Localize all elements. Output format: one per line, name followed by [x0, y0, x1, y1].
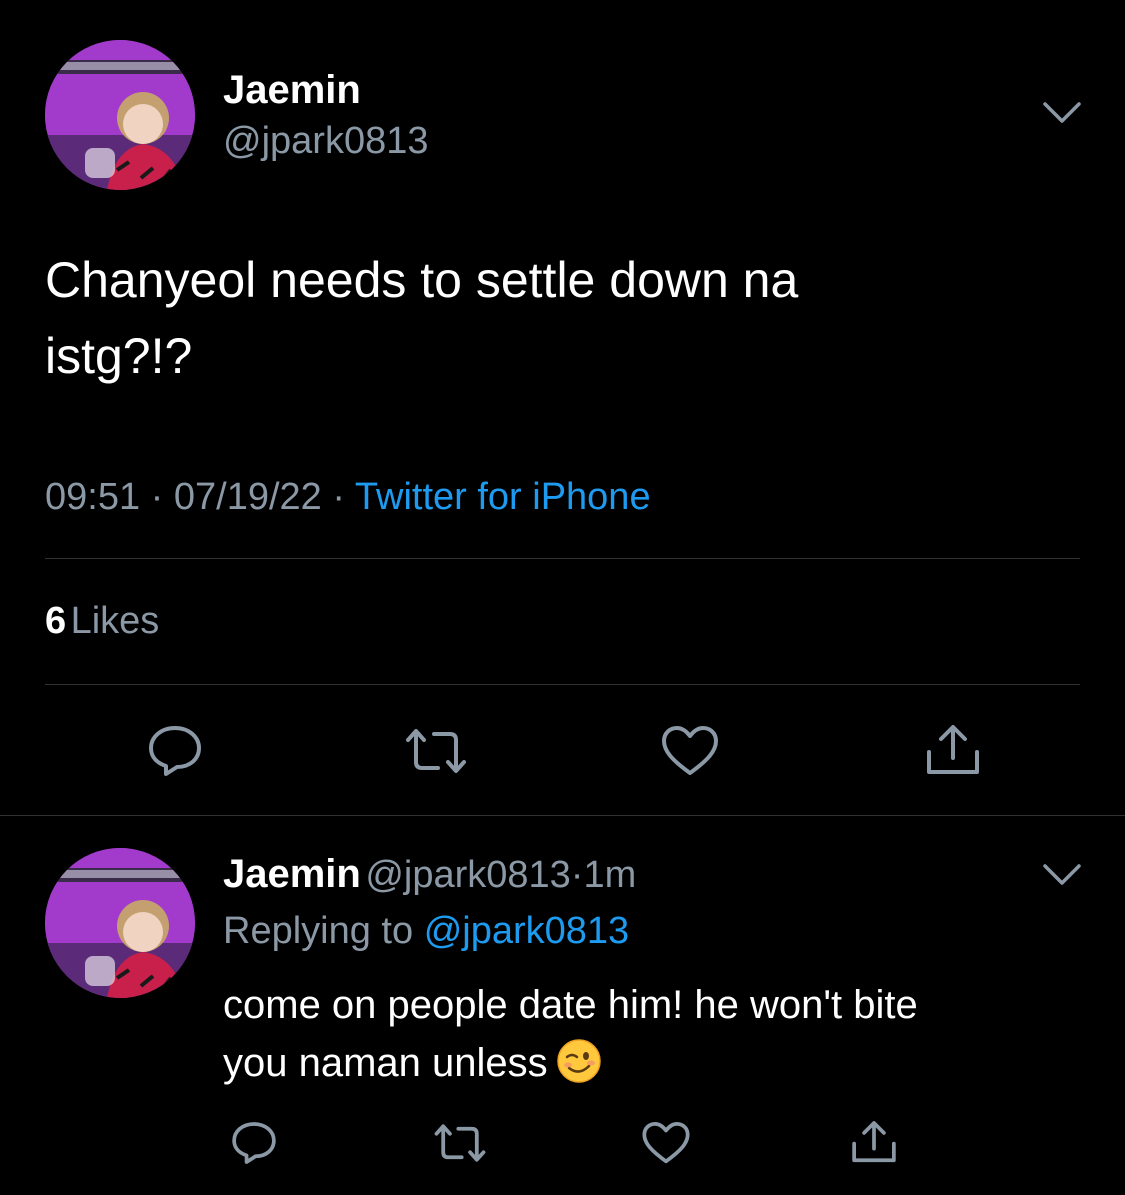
- replying-to-label: Replying to: [223, 910, 414, 952]
- reply-age: 1m: [583, 854, 637, 896]
- heart-icon[interactable]: [660, 724, 720, 778]
- tweet-date: 07/19/22: [173, 476, 322, 518]
- reply-author-handle[interactable]: @jpark0813: [365, 854, 570, 896]
- divider: [45, 684, 1080, 685]
- share-icon[interactable]: [850, 1118, 898, 1166]
- separator: ·: [332, 476, 346, 518]
- reply-text: come on people date him! he won't bite y…: [223, 976, 1103, 1092]
- author-handle[interactable]: @jpark0813: [223, 120, 428, 163]
- reply-text-line: you naman unless: [223, 1034, 1103, 1092]
- replying-to-handle[interactable]: @jpark0813: [424, 910, 629, 952]
- speech-bubble-icon[interactable]: [230, 1120, 278, 1166]
- separator: ·: [570, 854, 584, 896]
- tweet-time: 09:51: [45, 476, 141, 518]
- divider: [45, 558, 1080, 559]
- author-avatar[interactable]: [45, 40, 195, 190]
- winking-face-icon: [556, 1038, 602, 1084]
- likes-label: Likes: [70, 600, 160, 642]
- chevron-down-icon[interactable]: [1042, 100, 1082, 126]
- author-name[interactable]: Jaemin: [223, 68, 361, 113]
- share-icon[interactable]: [924, 722, 982, 778]
- chevron-down-icon[interactable]: [1042, 862, 1082, 888]
- reply-author-name[interactable]: Jaemin: [223, 852, 361, 896]
- likes-count: 6: [45, 600, 67, 642]
- replying-to: Replying to @jpark0813: [223, 910, 629, 953]
- retweet-icon[interactable]: [404, 726, 468, 776]
- tweet-text-line: Chanyeol needs to settle down na: [45, 252, 799, 308]
- reply-text-line-content: you naman unless: [223, 1041, 548, 1085]
- heart-icon[interactable]: [641, 1120, 691, 1166]
- tweet-text: Chanyeol needs to settle down na istg?!?: [45, 242, 1085, 394]
- reply-author-avatar[interactable]: [45, 848, 195, 998]
- tweet-text-line: istg?!?: [45, 328, 193, 384]
- tweet-metadata: 09:51 · 07/19/22 · Twitter for iPhone: [45, 476, 651, 519]
- reply-header: Jaemin @jpark0813·1m: [223, 852, 636, 897]
- separator: ·: [150, 476, 164, 518]
- speech-bubble-icon[interactable]: [146, 724, 204, 778]
- likes-summary[interactable]: 6 Likes: [45, 600, 159, 643]
- tweet-source-link[interactable]: Twitter for iPhone: [355, 476, 651, 518]
- divider: [0, 815, 1125, 816]
- reply-text-line: come on people date him! he won't bite: [223, 983, 918, 1027]
- retweet-icon[interactable]: [433, 1122, 487, 1164]
